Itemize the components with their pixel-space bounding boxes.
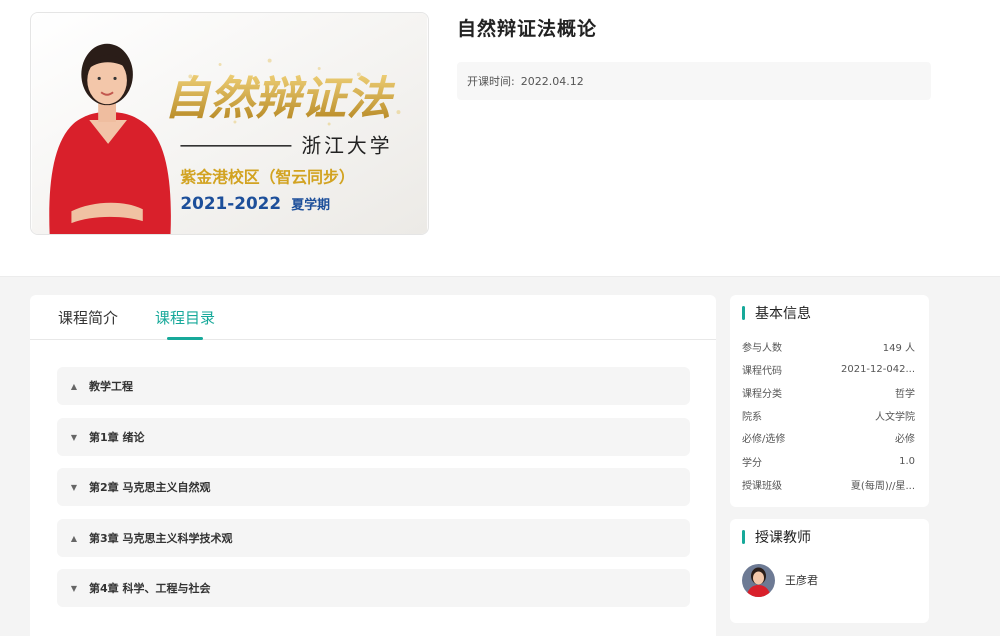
tab-course-catalog[interactable]: 课程目录	[155, 307, 215, 328]
expand-arrow-icon: ▼	[70, 482, 78, 492]
accent-bar	[742, 530, 745, 544]
info-row-course-code: 课程代码 2021-12-042...	[742, 361, 915, 377]
basic-info-card: 基本信息 参与人数 149 人 课程代码 2021-12-042... 课程分类…	[730, 295, 929, 507]
cover-term-year: 2021-2022	[180, 193, 281, 213]
chapter-label: 第3章 马克思主义科学技术观	[89, 532, 233, 545]
teacher-heading: 授课教师	[742, 528, 811, 546]
start-time-value: 2022.04.12	[520, 74, 584, 88]
collapse-arrow-icon: ▲	[70, 381, 78, 391]
info-label: 课程代码	[742, 365, 782, 377]
info-label: 必修/选修	[742, 433, 786, 445]
info-label: 学分	[742, 457, 762, 469]
course-cover-image[interactable]: 自然辩证法 浙江大学 紫金港校区（智云同步） 2021-2022 夏学期	[30, 12, 429, 235]
active-tab-indicator	[167, 337, 203, 340]
info-row-department: 院系 人文学院	[742, 407, 915, 423]
cover-campus: 紫金港校区（智云同步）	[180, 167, 354, 186]
course-header: 自然辩证法 浙江大学 紫金港校区（智云同步） 2021-2022 夏学期 自然辩…	[0, 0, 1000, 277]
info-row-credits: 学分 1.0	[742, 453, 915, 469]
info-label: 参与人数	[742, 342, 782, 354]
teacher-item[interactable]: 王彦君	[742, 563, 818, 597]
info-label: 课程分类	[742, 388, 782, 400]
start-time-label: 开课时间:	[467, 75, 515, 88]
expand-arrow-icon: ▼	[70, 583, 78, 593]
info-label: 授课班级	[742, 480, 782, 492]
basic-info-title: 基本信息	[755, 306, 811, 322]
info-row-category: 课程分类 哲学	[742, 384, 915, 400]
chapter-item[interactable]: ▼ 第2章 马克思主义自然观	[57, 468, 690, 506]
info-value: 149 人	[882, 342, 915, 354]
cover-term-name: 夏学期	[291, 197, 330, 213]
info-value: 必修	[895, 433, 915, 445]
basic-info-heading: 基本信息	[742, 304, 811, 322]
info-row-required: 必修/选修 必修	[742, 429, 915, 445]
info-value: 1.0	[899, 455, 915, 467]
tab-bar: 课程简介 课程目录	[30, 295, 716, 340]
chapter-label: 第2章 马克思主义自然观	[89, 481, 211, 494]
info-value: 2021-12-042...	[840, 363, 915, 375]
expand-arrow-icon: ▼	[70, 432, 78, 442]
cover-university: 浙江大学	[301, 135, 392, 158]
teacher-name[interactable]: 王彦君	[785, 572, 818, 588]
course-title: 自然辩证法概论	[457, 18, 598, 40]
course-content-panel: 课程简介 课程目录 ▲ 教学工程 ▼ 第1章 绪论 ▼ 第2章 马克思主义自然观…	[30, 295, 716, 636]
info-value: 夏(每周)//星...	[850, 480, 915, 492]
chapter-label: 第4章 科学、工程与社会	[89, 582, 211, 595]
info-value: 哲学	[895, 388, 915, 400]
chapter-label: 教学工程	[89, 380, 133, 393]
info-row-class: 授课班级 夏(每周)//星...	[742, 476, 915, 492]
collapse-arrow-icon: ▲	[70, 533, 78, 543]
chapter-item[interactable]: ▲ 第3章 马克思主义科学技术观	[57, 519, 690, 557]
info-value: 人文学院	[875, 411, 915, 423]
avatar[interactable]	[742, 563, 775, 597]
teacher-title: 授课教师	[755, 530, 811, 546]
info-row-participants: 参与人数 149 人	[742, 338, 915, 354]
accent-bar	[742, 306, 745, 320]
chapter-item[interactable]: ▼ 第4章 科学、工程与社会	[57, 569, 690, 607]
chapter-label: 第1章 绪论	[89, 431, 145, 444]
info-label: 院系	[742, 411, 762, 423]
tab-course-intro[interactable]: 课程简介	[58, 307, 118, 328]
cover-title: 自然辩证法	[164, 71, 396, 125]
chapter-item[interactable]: ▼ 第1章 绪论	[57, 418, 690, 456]
chapter-item[interactable]: ▲ 教学工程	[57, 367, 690, 405]
teacher-card: 授课教师 王彦君	[730, 519, 929, 623]
course-meta: 开课时间: 2022.04.12	[457, 62, 931, 100]
